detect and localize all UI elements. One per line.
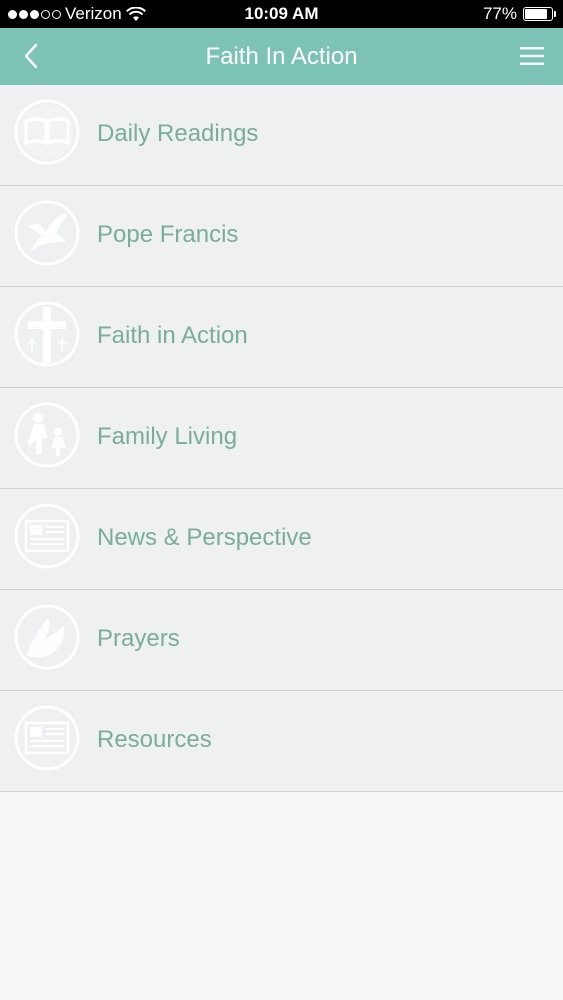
- open-book-icon: [14, 99, 80, 165]
- hamburger-menu-icon[interactable]: [519, 43, 545, 69]
- cross-icon: [14, 301, 80, 367]
- resources-icon: [14, 705, 80, 771]
- nav-bar: Faith In Action: [0, 28, 563, 85]
- menu-item-label: Prayers: [97, 625, 180, 652]
- page-title: Faith In Action: [205, 43, 358, 70]
- menu-item-label: Family Living: [97, 423, 238, 450]
- menu-item-resources[interactable]: Resources: [0, 691, 563, 792]
- menu-item-label: Pope Francis: [97, 221, 239, 248]
- menu-item-label: News & Perspective: [97, 524, 312, 551]
- family-icon: [14, 402, 80, 468]
- menu-item-label: Faith in Action: [97, 322, 248, 349]
- menu-item-prayers[interactable]: Prayers: [0, 590, 563, 691]
- menu-item-family-living[interactable]: Family Living: [0, 388, 563, 489]
- dove-icon: [14, 200, 80, 266]
- battery-percent: 77%: [482, 4, 517, 23]
- menu-item-faith-in-action[interactable]: Faith in Action: [0, 287, 563, 388]
- menu-item-daily-readings[interactable]: Daily Readings: [0, 85, 563, 186]
- status-time: 10:09 AM: [244, 4, 319, 23]
- status-bar: Verizon 10:09 AM 77%: [0, 0, 563, 28]
- menu-list: Daily Readings Pope Francis Faith in Act…: [0, 85, 563, 792]
- battery-icon: [523, 7, 556, 21]
- menu-item-news-perspective[interactable]: News & Perspective: [0, 489, 563, 590]
- menu-item-pope-francis[interactable]: Pope Francis: [0, 186, 563, 287]
- newspaper-icon: [14, 503, 80, 569]
- menu-item-label: Resources: [97, 726, 212, 753]
- menu-item-label: Daily Readings: [97, 120, 259, 147]
- praying-hands-icon: [14, 604, 80, 670]
- status-right: 77%: [482, 4, 556, 24]
